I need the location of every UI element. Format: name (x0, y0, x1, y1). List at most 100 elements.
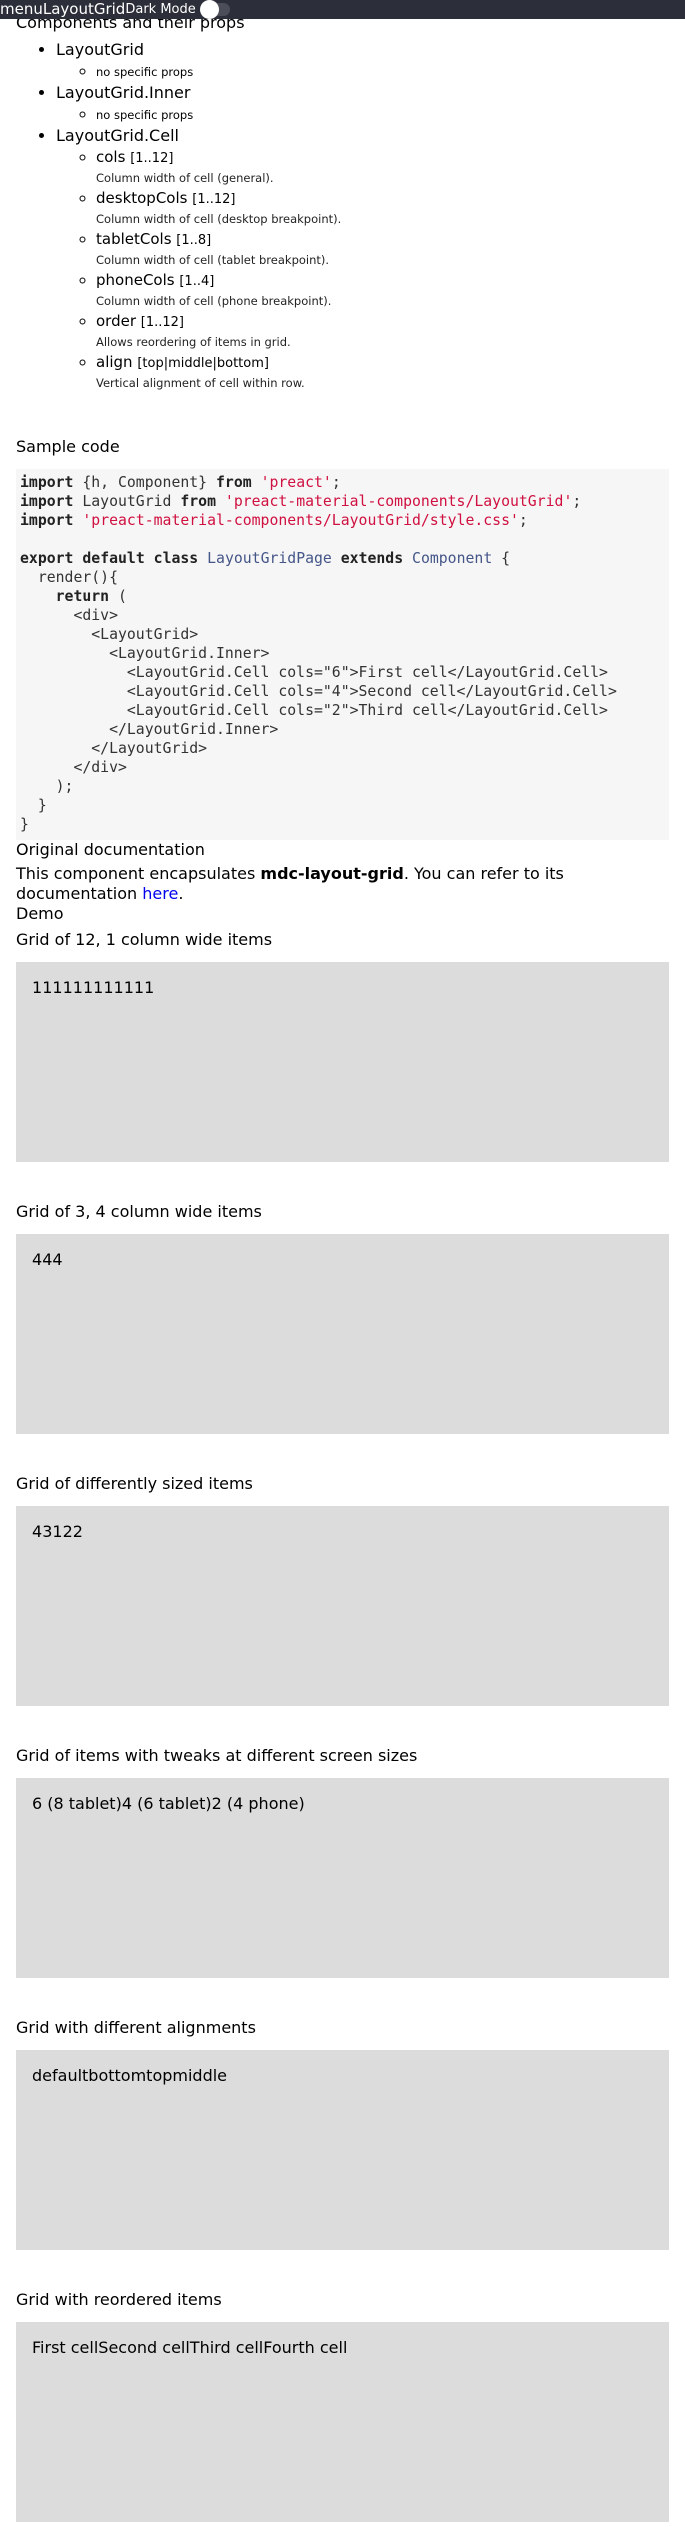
prop-item: no specific props (96, 104, 669, 125)
layout-grid-cell: 1 (42, 978, 53, 997)
sample-code-heading: Sample code (16, 437, 120, 456)
component-list: LayoutGridno specific propsLayoutGrid.In… (16, 39, 669, 393)
prop-range: [1..12] (192, 192, 236, 207)
prop-item: align [top|middle|bottom] Vertical alignm… (96, 352, 669, 393)
layout-grid: 6 (8 tablet)4 (6 tablet)2 (4 phone) (16, 1778, 669, 1978)
layout-grid-cell: 1 (72, 978, 83, 997)
docs-component-name: mdc-layout-grid (260, 864, 404, 883)
demo-grid-section: Grid of differently sized items 43122 (16, 1474, 669, 1706)
component-name: LayoutGrid.Inner (56, 83, 191, 102)
demo-grid-section: Grid of 12, 1 column wide items 111111111… (16, 930, 669, 1162)
dark-mode-label: Dark Mode (125, 2, 196, 17)
demo-grid-section: Grid with reordered items First cellSecon… (16, 2290, 669, 2522)
layout-grid-cell: 1 (93, 978, 104, 997)
prop-description: Column width of cell (desktop breakpoint… (96, 212, 342, 226)
component-item: LayoutGrid.Inner no specific props (56, 82, 669, 125)
layout-grid-cell: 4 (52, 1250, 63, 1269)
demo-grid-title: Grid of 12, 1 column wide items (16, 930, 273, 949)
layout-grid: 111111111111 (16, 962, 669, 1162)
prop-range: [1..12] (140, 315, 185, 330)
prop-name: tabletCols (96, 230, 172, 248)
layout-grid-cell: 4 (42, 1250, 53, 1269)
prop-note: no specific props (96, 65, 194, 79)
prop-item: no specific props (96, 61, 669, 82)
component-item: LayoutGrid.Cell cols [1..12] Column width … (56, 125, 669, 393)
prop-description: Column width of cell (phone breakpoint). (96, 294, 332, 308)
prop-note: no specific props (96, 108, 194, 122)
prop-name: cols (96, 148, 126, 166)
layout-grid-cell: 2 (4 phone) (211, 1794, 305, 1813)
layout-grid: defaultbottomtopmiddle (16, 2050, 669, 2250)
layout-grid-cell: 1 (52, 1522, 63, 1541)
top-app-bar: menu LayoutGrid Dark Mode (0, 0, 685, 19)
prop-item: order [1..12] Allows reordering of items … (96, 311, 669, 352)
prop-name: phoneCols (96, 271, 175, 289)
menu-icon[interactable]: menu (0, 0, 43, 19)
layout-grid-cell: First cell (32, 2338, 99, 2357)
prop-item: desktopCols [1..12] Column width of cell … (96, 188, 669, 229)
code-line: render(){ (20, 569, 118, 586)
docs-text-end: . (178, 884, 184, 903)
layout-grid-cell: 1 (62, 978, 73, 997)
layout-grid: 444 (16, 1234, 669, 1434)
code-line: export default class LayoutGridPage exte… (20, 550, 511, 567)
code-line: import LayoutGrid from 'preact-material-… (20, 493, 582, 510)
prop-list: no specific props (56, 61, 669, 82)
prop-range: [1..4] (179, 274, 215, 289)
prop-item: phoneCols [1..4] Column width of cell (ph… (96, 270, 669, 311)
layout-grid-cell: Fourth cell (263, 2338, 348, 2357)
component-name: LayoutGrid (56, 40, 144, 59)
layout-grid-cell: 1 (103, 978, 114, 997)
layout-grid-cell: Third cell (189, 2338, 264, 2357)
demo-heading: Demo (16, 904, 64, 923)
code-line: <div> (20, 607, 118, 624)
docs-link[interactable]: here (142, 884, 178, 903)
docs-text-before: This component encapsulates (16, 864, 261, 883)
code-line: <LayoutGrid.Cell cols="2">Third cell</La… (20, 702, 608, 719)
prop-item: tabletCols [1..8] Column width of cell (t… (96, 229, 669, 270)
code-line: } (20, 797, 47, 814)
prop-description: Column width of cell (tablet breakpoint)… (96, 253, 330, 267)
original-docs-heading: Original documentation (16, 840, 205, 859)
prop-range: [1..8] (176, 233, 212, 248)
prop-list: cols [1..12] Column width of cell (genera… (56, 147, 669, 393)
layout-grid-cell: 4 (32, 1522, 43, 1541)
prop-list: no specific props (56, 104, 669, 125)
prop-description: Allows reordering of items in grid. (96, 335, 291, 349)
prop-range: [1..12] (130, 151, 174, 166)
layout-grid-cell: 1 (113, 978, 124, 997)
code-line: <LayoutGrid> (20, 626, 199, 643)
demo-grid-title: Grid of differently sized items (16, 1474, 253, 1493)
layout-grid-cell: 2 (62, 1522, 73, 1541)
code-line: <LayoutGrid.Cell cols="4">Second cell</L… (20, 683, 617, 700)
prop-item: cols [1..12] Column width of cell (genera… (96, 147, 669, 188)
layout-grid-cell: 1 (82, 978, 94, 997)
demo-grid-title: Grid with reordered items (16, 2290, 222, 2309)
original-docs-text: This component encapsulates mdc-layout-g… (16, 864, 669, 904)
layout-grid-cell: 4 (32, 1250, 43, 1269)
layout-grid-cell: Second cell (98, 2338, 190, 2357)
code-line: </LayoutGrid> (20, 740, 208, 757)
component-name: LayoutGrid.Cell (56, 126, 179, 145)
layout-grid-cell: 6 (8 tablet) (32, 1794, 122, 1813)
layout-grid-cell: bottom (88, 2066, 147, 2085)
layout-grid-cell: 1 (133, 978, 145, 997)
code-line: ); (20, 778, 74, 795)
dark-mode-switch[interactable] (199, 0, 232, 19)
demo-grid-section: Grid of 3, 4 column wide items 444 (16, 1202, 669, 1434)
code-line: import 'preact-material-components/Layou… (20, 512, 528, 529)
switch-knob[interactable] (199, 0, 219, 19)
code-line: import {h, Component} from 'preact'; (20, 474, 341, 491)
demo-grid-section: Grid of items with tweaks at different s… (16, 1746, 669, 1978)
layout-grid-cell: 1 (52, 978, 63, 997)
demo-grid-section: Grid with different alignments defaultbot… (16, 2018, 669, 2250)
layout-grid-cell: 2 (72, 1522, 83, 1541)
layout-grid-cell: 3 (42, 1522, 53, 1541)
page-content: Components and their props LayoutGridno … (16, 13, 669, 2522)
code-line: </div> (20, 759, 127, 776)
layout-grid: 43122 (16, 1506, 669, 1706)
code-block: import {h, Component} from 'preact'; imp… (16, 469, 669, 840)
layout-grid-cell: 1 (32, 978, 43, 997)
prop-range: [top|middle|bottom] (137, 356, 269, 371)
layout-grid-cell: 1 (123, 978, 134, 997)
